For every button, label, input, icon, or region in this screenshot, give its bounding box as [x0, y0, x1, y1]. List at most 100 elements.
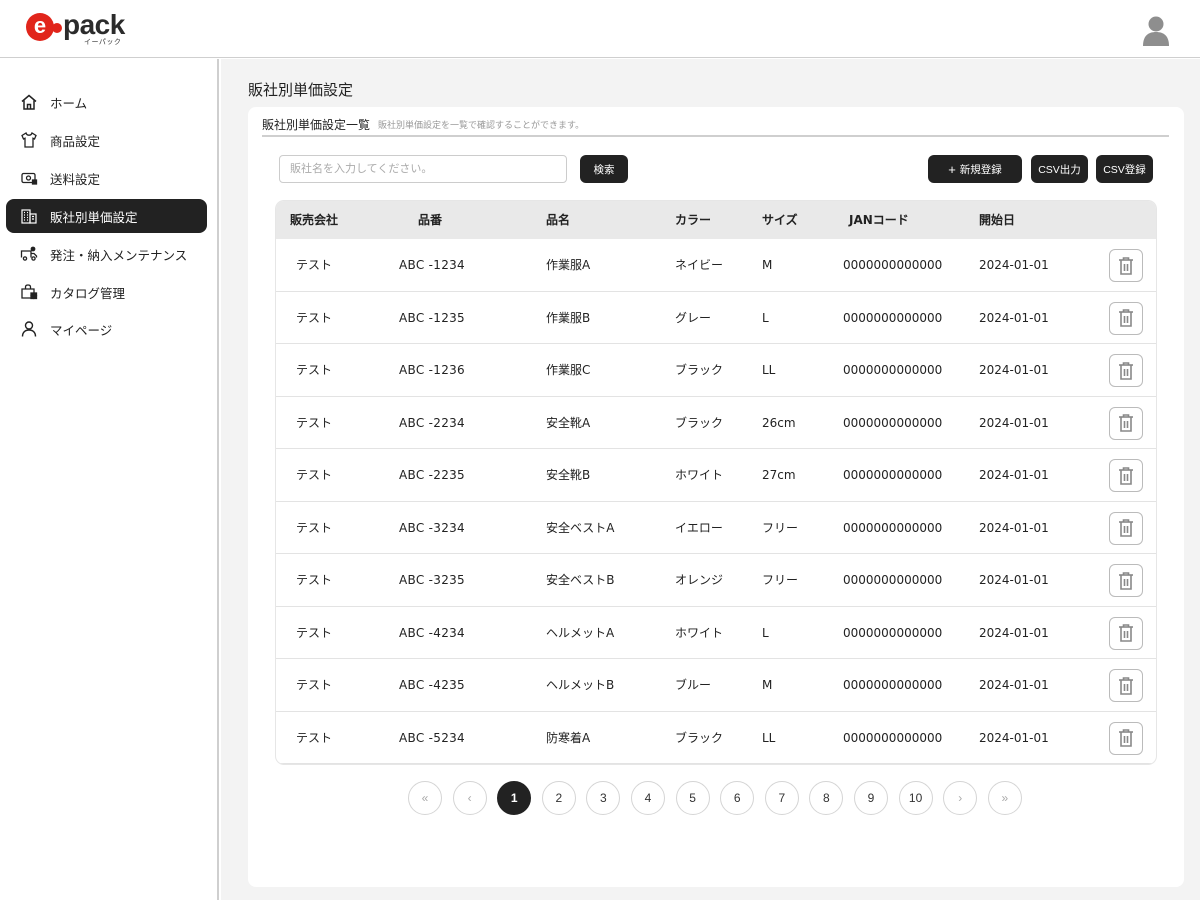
- page-button-6[interactable]: 6: [720, 781, 755, 815]
- cell-start-date: 2024-01-01: [979, 520, 1049, 535]
- sidebar-item-order-maintenance[interactable]: 発注・納入メンテナンス: [6, 237, 207, 271]
- sidebar-item-catalog[interactable]: カタログ管理: [6, 275, 207, 309]
- column-header-name[interactable]: 品名: [546, 201, 570, 239]
- delete-button[interactable]: [1109, 249, 1143, 282]
- cell-start-date: 2024-01-01: [979, 310, 1049, 325]
- building-icon: [20, 207, 38, 225]
- sidebar-item-label: マイページ: [50, 322, 113, 338]
- delete-button[interactable]: [1109, 564, 1143, 597]
- delete-button[interactable]: [1109, 354, 1143, 387]
- sidebar-item-price-settings[interactable]: 販社別単価設定: [6, 199, 207, 233]
- column-header-jan[interactable]: JANコード: [849, 201, 909, 239]
- cell-size: LL: [762, 363, 776, 377]
- cell-company: テスト: [296, 258, 333, 272]
- sidebar-item-home[interactable]: ホーム: [6, 85, 207, 119]
- table-row[interactable]: テスト ABC -1235 作業服B グレー L 0000000000000 2024-01…: [276, 292, 1156, 344]
- delete-button[interactable]: [1109, 616, 1143, 650]
- table-body: テスト ABC -1234 作業服A ネイビー M 0000000000000 2024-0…: [276, 239, 1156, 764]
- page-button-1[interactable]: 1: [497, 781, 532, 815]
- column-header-code[interactable]: 品番: [418, 201, 442, 239]
- page-button-5[interactable]: 5: [675, 781, 710, 815]
- delete-button[interactable]: [1109, 721, 1143, 755]
- table-row[interactable]: テスト ABC -3235 安全ベストB オレンジ フリー 0000000000000 20…: [276, 554, 1156, 607]
- page-button-3[interactable]: 3: [586, 781, 621, 815]
- trash-icon: [1118, 308, 1134, 328]
- trash-icon: [1118, 676, 1134, 696]
- card-description: 販社別単価設定を一覧で確認することができます。: [378, 120, 585, 131]
- trash-icon: [1118, 571, 1134, 591]
- cell-start-date: 2024-01-01: [979, 625, 1049, 640]
- cell-size: 27cm: [762, 468, 796, 482]
- delete-button[interactable]: [1109, 511, 1143, 545]
- search-button[interactable]: 検索: [580, 155, 628, 183]
- app-header: e pack イーパック: [0, 0, 1200, 58]
- page-button-7[interactable]: 7: [764, 781, 799, 815]
- table-header-row: 販売会社 品番 品名 カラー サイズ JANコード 開始日: [276, 201, 1156, 239]
- table-row[interactable]: テスト ABC -1236 作業服C ブラック LL 0000000000000 2024-…: [276, 344, 1156, 397]
- cell-start-date: 2024-01-01: [979, 415, 1049, 430]
- table-row[interactable]: テスト ABC -1234 作業服A ネイビー M 0000000000000 2024-0…: [276, 239, 1156, 292]
- logo-dot: [52, 23, 62, 33]
- cell-size: L: [762, 625, 769, 640]
- table-row[interactable]: テスト ABC -2234 安全靴A ブラック 26cm 0000000000000 202…: [276, 397, 1156, 449]
- page-button-4[interactable]: 4: [631, 781, 665, 815]
- cell-color: ホワイト: [675, 625, 724, 640]
- cell-code: ABC -4235: [399, 678, 465, 692]
- new-register-button[interactable]: + 新規登録: [928, 155, 1022, 183]
- page-title: 販社別単価設定: [248, 81, 354, 99]
- cell-product-name: ヘルメットB: [546, 678, 615, 692]
- sidebar-item-label: ホーム: [50, 95, 88, 111]
- price-table: 販売会社 品番 品名 カラー サイズ JANコード 開始日 テスト ABC -12…: [276, 201, 1156, 764]
- cell-start-date: 2024-01-01: [979, 258, 1049, 272]
- page-button-10[interactable]: 10: [898, 781, 933, 815]
- page-button-2[interactable]: 2: [541, 781, 576, 815]
- sidebar-item-label: 商品設定: [50, 133, 101, 149]
- delete-button[interactable]: [1109, 301, 1143, 335]
- prev-page-button[interactable]: ‹: [452, 781, 487, 815]
- first-page-button[interactable]: «: [408, 781, 442, 815]
- company-search-input[interactable]: [279, 155, 567, 183]
- logo-mark: e: [26, 13, 54, 41]
- sidebar-item-label: 送料設定: [50, 171, 101, 187]
- sidebar-item-mypage[interactable]: マイページ: [6, 312, 207, 346]
- cell-product-name: ヘルメットA: [546, 625, 615, 640]
- trash-icon: [1118, 466, 1134, 486]
- table-row[interactable]: テスト ABC -2235 安全靴B ホワイト 27cm 0000000000000 202…: [276, 449, 1156, 502]
- next-page-button[interactable]: ›: [943, 781, 978, 815]
- cell-code: ABC -4234: [399, 625, 465, 640]
- column-header-size[interactable]: サイズ: [762, 201, 798, 239]
- delete-button[interactable]: [1109, 406, 1143, 440]
- table-row[interactable]: テスト ABC -5234 防寒着A ブラック LL 0000000000000 2024-…: [276, 712, 1156, 764]
- csv-import-button[interactable]: CSV登録: [1096, 155, 1153, 183]
- delete-button[interactable]: [1109, 669, 1143, 702]
- logo-subtext: イーパック: [84, 38, 122, 46]
- cell-color: ブラック: [675, 363, 724, 377]
- sidebar-item-label: 発注・納入メンテナンス: [50, 247, 188, 263]
- csv-export-button[interactable]: CSV出力: [1031, 155, 1088, 183]
- last-page-button[interactable]: »: [987, 781, 1022, 815]
- cell-code: ABC -3234: [399, 520, 465, 535]
- page-button-8[interactable]: 8: [809, 781, 844, 815]
- column-header-start-date[interactable]: 開始日: [979, 201, 1015, 239]
- table-row[interactable]: テスト ABC -4234 ヘルメットA ホワイト L 0000000000000 2024…: [276, 607, 1156, 659]
- column-header-company[interactable]: 販売会社: [290, 201, 338, 239]
- cell-color: グレー: [675, 310, 712, 325]
- table-row[interactable]: テスト ABC -4235 ヘルメットB ブルー M 0000000000000 2024-…: [276, 659, 1156, 712]
- epack-logo[interactable]: e pack イーパック: [26, 9, 136, 46]
- page-button-9[interactable]: 9: [854, 781, 888, 815]
- card-header: 販社別単価設定一覧 販社別単価設定を一覧で確認することができます。: [262, 113, 1169, 137]
- cell-product-name: 安全靴B: [546, 468, 591, 482]
- sidebar-item-shipping-settings[interactable]: 送料設定: [6, 161, 207, 195]
- cell-jan-code: 0000000000000: [843, 468, 943, 482]
- cell-jan-code: 0000000000000: [843, 363, 943, 377]
- shipping-fee-icon: [20, 169, 38, 187]
- column-header-color[interactable]: カラー: [675, 201, 711, 239]
- trash-icon: [1118, 728, 1134, 748]
- table-row[interactable]: テスト ABC -3234 安全ベストA イエロー フリー 0000000000000 20…: [276, 502, 1156, 554]
- cell-company: テスト: [296, 730, 333, 745]
- sidebar-item-product-settings[interactable]: 商品設定: [6, 123, 207, 157]
- cell-size: M: [762, 678, 773, 692]
- cell-jan-code: 0000000000000: [843, 573, 943, 587]
- delete-button[interactable]: [1109, 459, 1143, 492]
- user-avatar-icon[interactable]: [1142, 14, 1170, 46]
